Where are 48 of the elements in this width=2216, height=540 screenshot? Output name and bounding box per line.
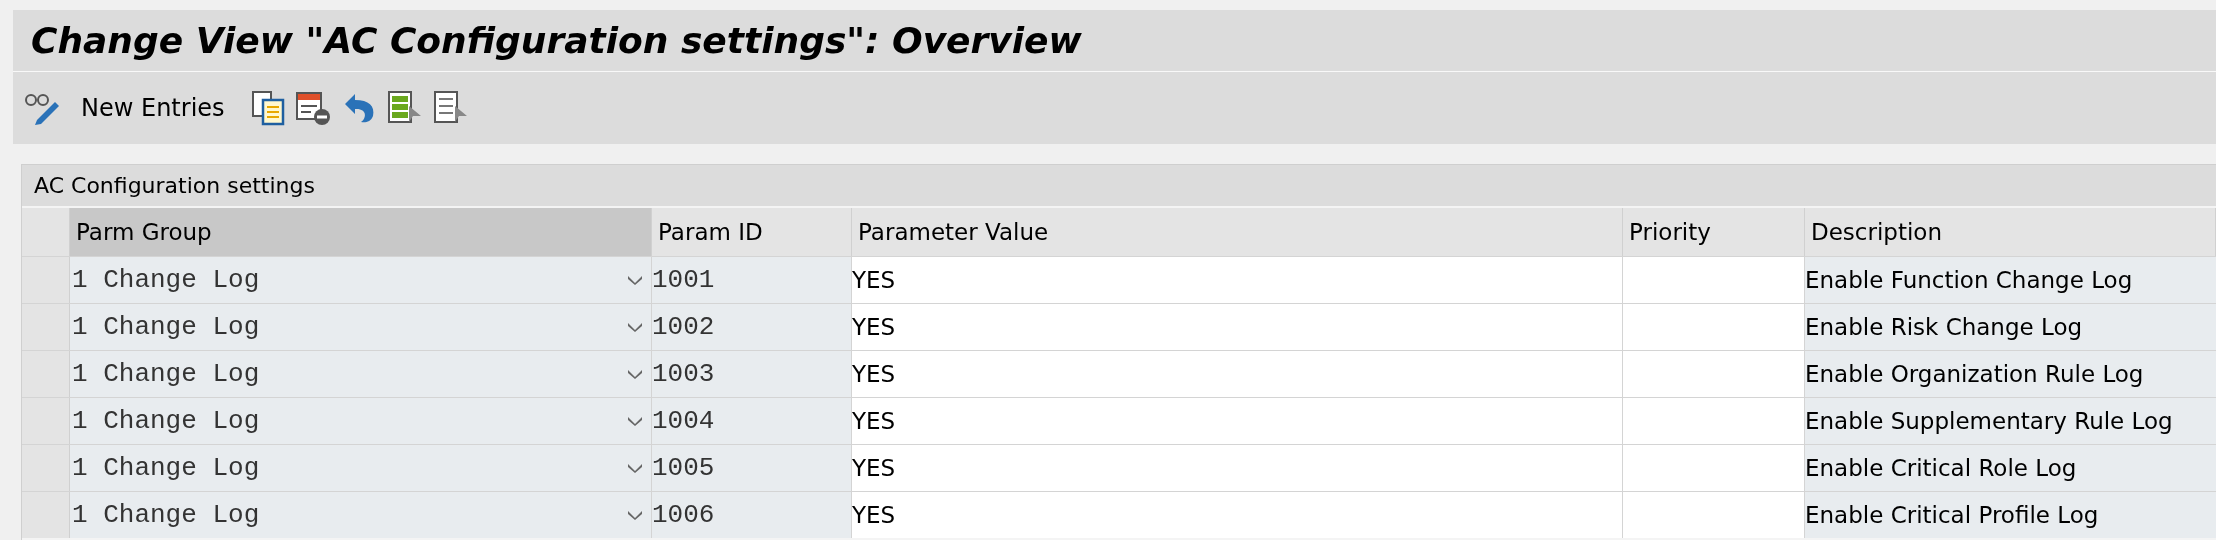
column-header[interactable]: Description (1805, 208, 2216, 256)
table-cell: 1002 (652, 304, 852, 350)
select-all-icon[interactable] (386, 90, 423, 126)
value-field[interactable]: YES (852, 304, 1623, 350)
table-cell: Enable Organization Rule Log (1805, 351, 2216, 397)
column-header[interactable]: Parm Group (70, 208, 652, 256)
value-field[interactable]: YES (852, 445, 1623, 491)
dropdown-icon[interactable] (627, 368, 643, 380)
priority-field[interactable] (1623, 492, 1805, 538)
deselect-all-icon[interactable] (432, 90, 469, 126)
dropdown-field[interactable]: 1 Change Log (70, 445, 652, 491)
dropdown-field[interactable]: 1 Change Log (70, 351, 652, 397)
table-cell: Enable Supplementary Rule Log (1805, 398, 2216, 444)
dropdown-field[interactable]: 1 Change Log (70, 257, 652, 303)
value-field[interactable]: YES (852, 257, 1623, 303)
value-field[interactable]: YES (852, 398, 1623, 444)
table-title: AC Configuration settings (34, 172, 315, 200)
new-entries-button[interactable]: New Entries (73, 90, 233, 126)
column-header[interactable]: Priority (1623, 208, 1805, 256)
table-cell: Enable Risk Change Log (1805, 304, 2216, 350)
dropdown-icon[interactable] (627, 509, 643, 521)
priority-field[interactable] (1623, 445, 1805, 491)
table-cell: Enable Critical Role Log (1805, 445, 2216, 491)
dropdown-field[interactable]: 1 Change Log (70, 304, 652, 350)
priority-field[interactable] (1623, 351, 1805, 397)
table-cell: 1006 (652, 492, 852, 538)
window-title: Change View "AC Configuration settings": Overview (31, 18, 1082, 63)
value-field[interactable]: YES (852, 492, 1623, 538)
priority-field[interactable] (1623, 257, 1805, 303)
dropdown-field[interactable]: 1 Change Log (70, 398, 652, 444)
table-cell: 1005 (652, 445, 852, 491)
table-cell: 1001 (652, 257, 852, 303)
column-header[interactable]: Param ID (652, 208, 852, 256)
dropdown-icon[interactable] (627, 462, 643, 474)
table-cell: 1004 (652, 398, 852, 444)
value-field[interactable]: YES (852, 351, 1623, 397)
table-cell: Enable Function Change Log (1805, 257, 2216, 303)
dropdown-icon[interactable] (627, 274, 643, 286)
column-header[interactable]: Parameter Value (852, 208, 1623, 256)
priority-field[interactable] (1623, 398, 1805, 444)
dropdown-field[interactable]: 1 Change Log (70, 492, 652, 538)
priority-field[interactable] (1623, 304, 1805, 350)
dropdown-icon[interactable] (627, 415, 643, 427)
table-cell: Enable Critical Profile Log (1805, 492, 2216, 538)
table-cell: 1003 (652, 351, 852, 397)
dropdown-icon[interactable] (627, 321, 643, 333)
copy-icon[interactable] (250, 90, 285, 126)
delete-row-icon[interactable] (294, 90, 331, 126)
